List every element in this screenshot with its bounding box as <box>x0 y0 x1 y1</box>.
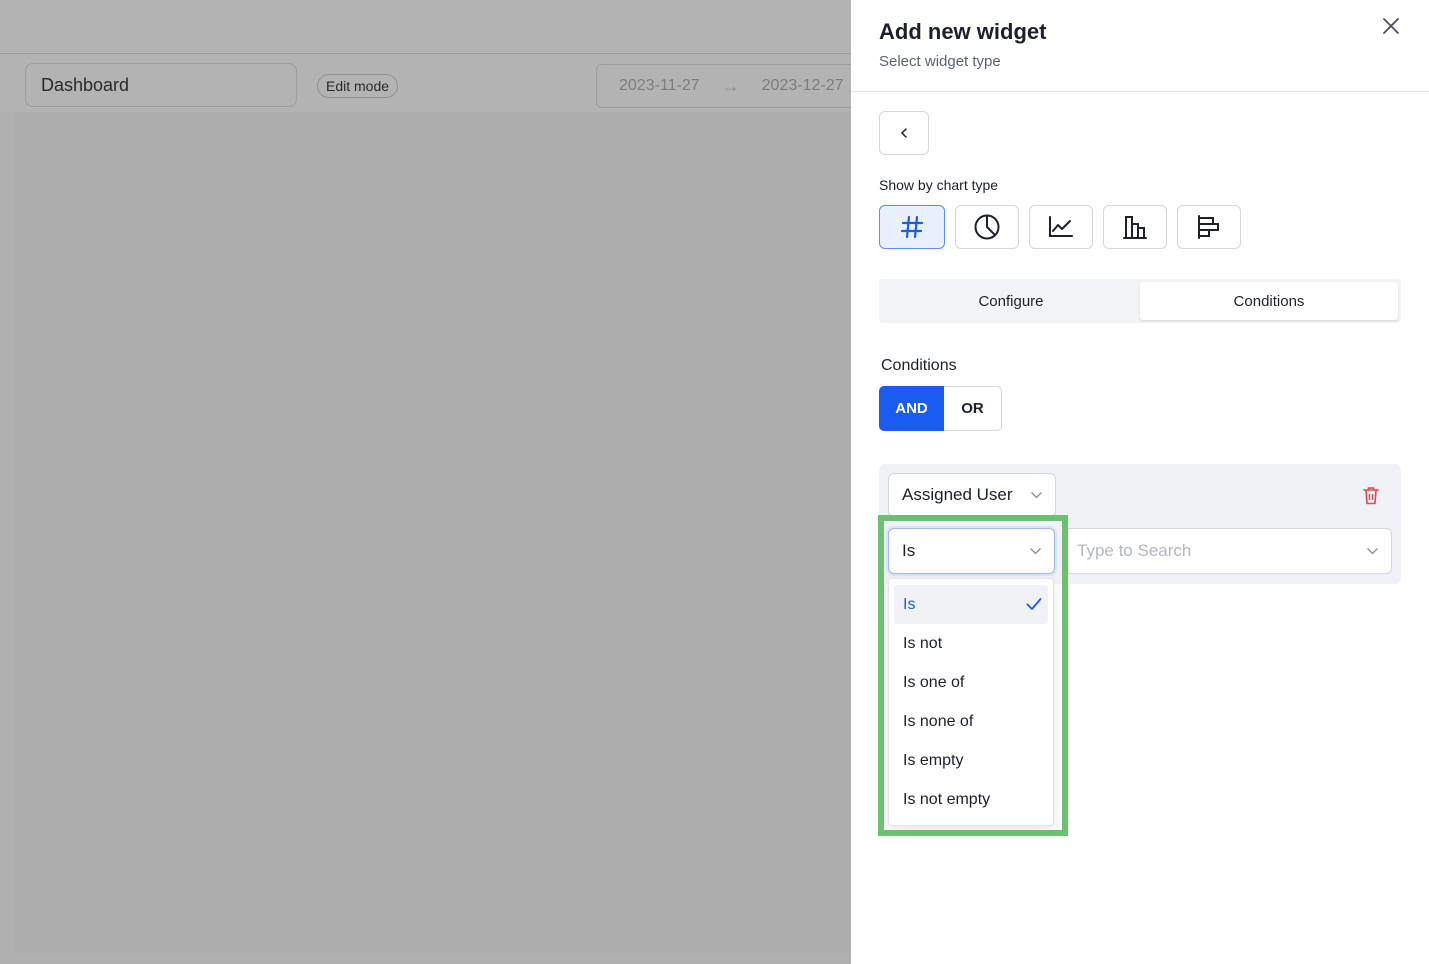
widget-tabs: Configure Conditions <box>879 279 1401 323</box>
edit-mode-badge: Edit mode <box>317 74 399 98</box>
chart-type-label: Show by chart type <box>879 177 999 193</box>
operator-option-is-one-of[interactable]: Is one of <box>894 663 1048 702</box>
hash-icon <box>900 215 924 239</box>
chart-type-pie-button[interactable] <box>955 205 1019 249</box>
operator-option-label: Is one of <box>903 673 965 691</box>
operator-option-is-not[interactable]: Is not <box>894 624 1048 663</box>
drawer-header: Add new widget Select widget type <box>851 0 1429 92</box>
operator-option-is-empty[interactable]: Is empty <box>894 741 1048 780</box>
chart-type-number-button[interactable] <box>879 205 945 249</box>
drawer-title: Add new widget <box>879 19 1047 44</box>
logic-toggle: AND OR <box>879 386 1002 431</box>
operator-option-label: Is not <box>903 634 943 652</box>
chevron-down-icon <box>1367 548 1378 555</box>
drawer-subtitle: Select widget type <box>879 53 1001 70</box>
value-search-select[interactable]: Type to Search <box>1063 528 1392 574</box>
horizontal-bar-chart-icon <box>1198 215 1219 239</box>
field-select-value: Assigned User <box>902 485 1013 504</box>
checkmark-icon <box>1026 598 1042 610</box>
close-icon[interactable] <box>1380 15 1402 37</box>
date-from: 2023-11-27 <box>619 77 700 94</box>
trash-icon[interactable] <box>1363 486 1379 510</box>
chart-type-horizontal-bar-button[interactable] <box>1177 205 1241 249</box>
dashboard-name-input[interactable]: Dashboard <box>25 63 297 107</box>
dashboard-canvas <box>14 112 864 954</box>
pie-chart-icon <box>974 214 1000 240</box>
tab-conditions[interactable]: Conditions <box>1140 282 1398 320</box>
operator-option-is-not-empty[interactable]: Is not empty <box>894 780 1048 819</box>
chevron-left-icon <box>900 128 907 138</box>
chevron-down-icon <box>1031 492 1042 499</box>
date-to: 2023-12-27 <box>761 77 844 94</box>
operator-option-is[interactable]: Is <box>894 585 1048 624</box>
tab-configure[interactable]: Configure <box>882 282 1140 320</box>
logic-or-button[interactable]: OR <box>944 386 1002 431</box>
operator-select[interactable]: Is <box>888 528 1055 574</box>
chart-type-line-button[interactable] <box>1029 205 1093 249</box>
date-range-picker[interactable]: 2023-11-27 → 2023-12-27 <box>596 64 876 108</box>
line-chart-icon <box>1049 216 1073 237</box>
operator-option-label: Is not empty <box>903 790 991 808</box>
operator-select-value: Is <box>902 541 916 560</box>
operator-option-label: Is empty <box>903 751 964 769</box>
operator-dropdown-menu: Is Is not Is one of Is none of Is empty … <box>888 578 1054 826</box>
operator-option-label: Is <box>903 595 916 613</box>
value-search-placeholder: Type to Search <box>1077 541 1192 560</box>
chart-type-bar-button[interactable] <box>1103 205 1167 249</box>
arrow-right-icon: → <box>721 75 740 96</box>
back-button[interactable] <box>879 111 929 155</box>
conditions-heading: Conditions <box>881 357 957 374</box>
chevron-down-icon <box>1030 548 1041 555</box>
operator-option-label: Is none of <box>903 712 974 730</box>
logic-and-button[interactable]: AND <box>879 386 944 431</box>
chart-type-selector <box>879 205 1241 249</box>
bar-chart-icon <box>1123 216 1147 239</box>
field-select[interactable]: Assigned User <box>888 473 1056 517</box>
operator-option-is-none-of[interactable]: Is none of <box>894 702 1048 741</box>
condition-row: Assigned User Is Type to Search <box>879 464 1401 584</box>
dashboard-name-text: Dashboard <box>41 74 130 95</box>
